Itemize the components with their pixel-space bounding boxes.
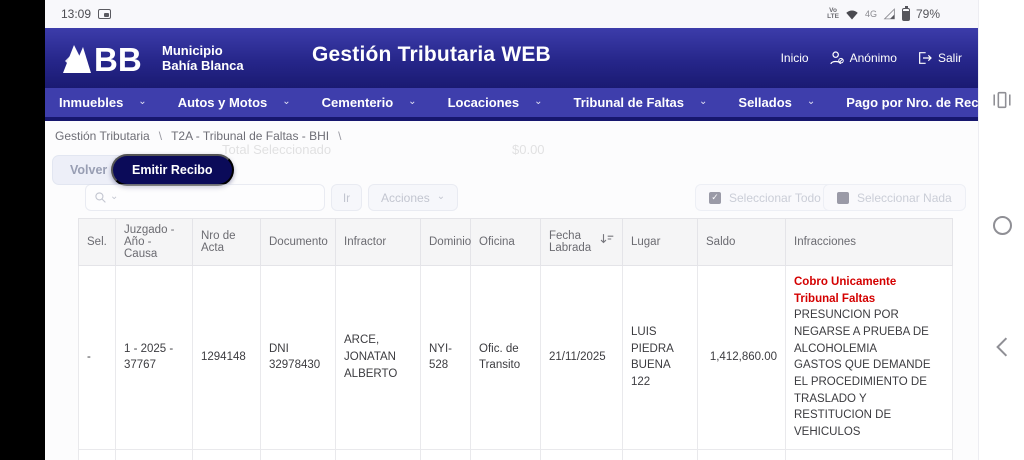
menu-inmuebles[interactable]: Inmuebles⌄	[59, 95, 147, 110]
cell-oficina: Ofic. de Transito	[471, 266, 541, 450]
col-oficina[interactable]: Oficina	[471, 219, 541, 266]
chevron-down-icon: ⌄	[699, 96, 707, 107]
cell-documento: DNI 32978430	[261, 266, 336, 450]
salir-link[interactable]: Salir	[917, 50, 962, 66]
recents-icon	[991, 90, 1013, 110]
checkbox-filled-icon	[837, 192, 849, 204]
battery-percent: 79%	[916, 7, 940, 21]
chevron-down-icon: ⌄	[534, 96, 542, 107]
table-header-row: Sel. Juzgado - Año - Causa Nro de Acta D…	[79, 219, 953, 266]
4g-badge: 4G	[865, 9, 877, 19]
col-sel[interactable]: Sel.	[79, 219, 116, 266]
col-documento[interactable]: Documento	[261, 219, 336, 266]
main-menu: Inmuebles⌄ Autos y Motos⌄ Cementerio⌄ Lo…	[45, 88, 978, 121]
status-time: 13:09	[61, 7, 91, 21]
cell-infracciones: Cobro Unicamente Tribunal Faltas PRESUNC…	[786, 266, 953, 450]
app-window: 13:09 Vo LTE 4G 79%	[45, 0, 978, 460]
search-input[interactable]	[121, 191, 316, 205]
inicio-link[interactable]: Inicio	[781, 51, 809, 65]
report-toolbar: ⌄ Ir Acciones⌄ ✓ Seleccionar Todo Selecc…	[45, 184, 978, 214]
cell-nro-acta: 1294148	[193, 266, 261, 450]
breadcrumb-separator: \	[338, 129, 341, 143]
menu-pago-por-recibo[interactable]: Pago por Nro. de Recibo	[846, 95, 978, 110]
search-icon[interactable]	[94, 191, 107, 204]
menu-sellados[interactable]: Sellados⌄	[738, 95, 815, 110]
recents-button[interactable]	[979, 90, 1024, 110]
col-fecha-labrada[interactable]: Fecha Labrada	[541, 219, 623, 266]
chevron-down-icon: ⌄	[138, 96, 146, 107]
back-chevron-icon	[995, 336, 1009, 358]
chevron-down-icon: ⌄	[282, 96, 290, 107]
mbb-logo-icon: BB	[61, 39, 153, 77]
wifi-icon	[845, 8, 859, 20]
col-nro-acta[interactable]: Nro de Acta	[193, 219, 261, 266]
cell-sel[interactable]: -	[79, 266, 116, 450]
chevron-down-icon: ⌄	[807, 96, 815, 107]
android-nav-bar	[978, 0, 1024, 460]
total-seleccionado-label: Total Seleccionado	[222, 142, 331, 157]
page-content: Gestión Tributaria \ T2A - Tribunal de F…	[45, 121, 978, 460]
infraccion-item: GASTOS QUE DEMANDE EL PROCEDIMIENTO DE T…	[794, 357, 944, 440]
municipio-logo: BB Municipio Bahía Blanca	[61, 39, 244, 77]
seleccionar-todo-button[interactable]: ✓ Seleccionar Todo	[695, 184, 835, 211]
search-box: ⌄	[85, 184, 325, 211]
menu-autos-y-motos[interactable]: Autos y Motos⌄	[178, 95, 291, 110]
summary-row: Recuento: 1 1,412,860.00	[79, 449, 953, 460]
home-icon	[993, 216, 1012, 235]
total-seleccionado-value: $0.00	[512, 142, 545, 157]
chevron-down-icon: ⌄	[437, 191, 445, 202]
col-saldo[interactable]: Saldo	[698, 219, 786, 266]
saldo-total-cell: 1,412,860.00	[698, 449, 786, 460]
infraccion-item: PRESUNCION POR NEGARSE A PRUEBA DE ALCOH…	[794, 307, 944, 357]
logout-icon	[917, 50, 933, 66]
acciones-button[interactable]: Acciones⌄	[368, 184, 458, 211]
col-infracciones[interactable]: Infracciones	[786, 219, 953, 266]
home-button[interactable]	[979, 216, 1024, 235]
breadcrumb-separator: \	[159, 129, 162, 143]
cell-lugar: LUIS PIEDRA BUENA 122	[623, 266, 698, 450]
seleccionar-nada-button[interactable]: Seleccionar Nada	[823, 184, 966, 211]
cell-saldo: 1,412,860.00	[698, 266, 786, 450]
emitir-recibo-button[interactable]: Emitir Recibo	[111, 154, 234, 186]
org-name-line2: Bahía Blanca	[162, 58, 244, 73]
back-button[interactable]	[979, 336, 1024, 358]
menu-cementerio[interactable]: Cementerio⌄	[322, 95, 417, 110]
battery-icon	[902, 8, 910, 21]
breadcrumb-home[interactable]: Gestión Tributaria	[55, 129, 150, 143]
menu-tribunal-de-faltas[interactable]: Tribunal de Faltas⌄	[573, 95, 707, 110]
infraccion-destacada: Cobro Unicamente Tribunal Faltas	[794, 274, 944, 307]
col-juzgado[interactable]: Juzgado - Año - Causa	[116, 219, 193, 266]
col-infractor[interactable]: Infractor	[336, 219, 421, 266]
faltas-table: Sel. Juzgado - Año - Causa Nro de Acta D…	[78, 218, 953, 460]
menu-locaciones[interactable]: Locaciones⌄	[448, 95, 543, 110]
app-header: BB Municipio Bahía Blanca Gestión Tribut…	[45, 28, 978, 88]
cell-fecha-labrada: 21/11/2025	[541, 266, 623, 450]
org-name-line1: Municipio	[162, 43, 244, 58]
col-lugar[interactable]: Lugar	[623, 219, 698, 266]
page-title: Gestión Tributaria WEB	[312, 43, 551, 67]
anonymous-user-icon	[829, 50, 845, 66]
sort-descending-icon	[600, 232, 614, 246]
volte-icon: Vo LTE	[827, 8, 839, 21]
picture-in-picture-icon	[98, 9, 111, 19]
cell-dominio: NYI-528	[421, 266, 471, 450]
chevron-down-icon: ⌄	[408, 96, 416, 107]
table-row: - 1 - 2025 - 37767 1294148 DNI 32978430 …	[79, 266, 953, 450]
tablet-screen: 13:09 Vo LTE 4G 79%	[0, 0, 1024, 460]
cell-juzgado: 1 - 2025 - 37767	[116, 266, 193, 450]
svg-text:BB: BB	[94, 41, 142, 77]
anonimo-link[interactable]: Anónimo	[829, 50, 897, 66]
checkbox-checked-icon: ✓	[709, 192, 721, 204]
search-filter-chevron-icon[interactable]: ⌄	[110, 191, 118, 202]
status-bar: 13:09 Vo LTE 4G 79%	[45, 0, 978, 28]
ir-button[interactable]: Ir	[331, 184, 362, 211]
left-bezel	[0, 0, 45, 460]
signal-strength-icon	[883, 8, 896, 20]
breadcrumb-current[interactable]: T2A - Tribunal de Faltas - BHI	[171, 129, 329, 143]
cell-infractor: ARCE, JONATAN ALBERTO	[336, 266, 421, 450]
col-dominio[interactable]: Dominio	[421, 219, 471, 266]
breadcrumb: Gestión Tributaria \ T2A - Tribunal de F…	[55, 129, 341, 143]
recuento-cell: Recuento: 1	[116, 449, 193, 460]
